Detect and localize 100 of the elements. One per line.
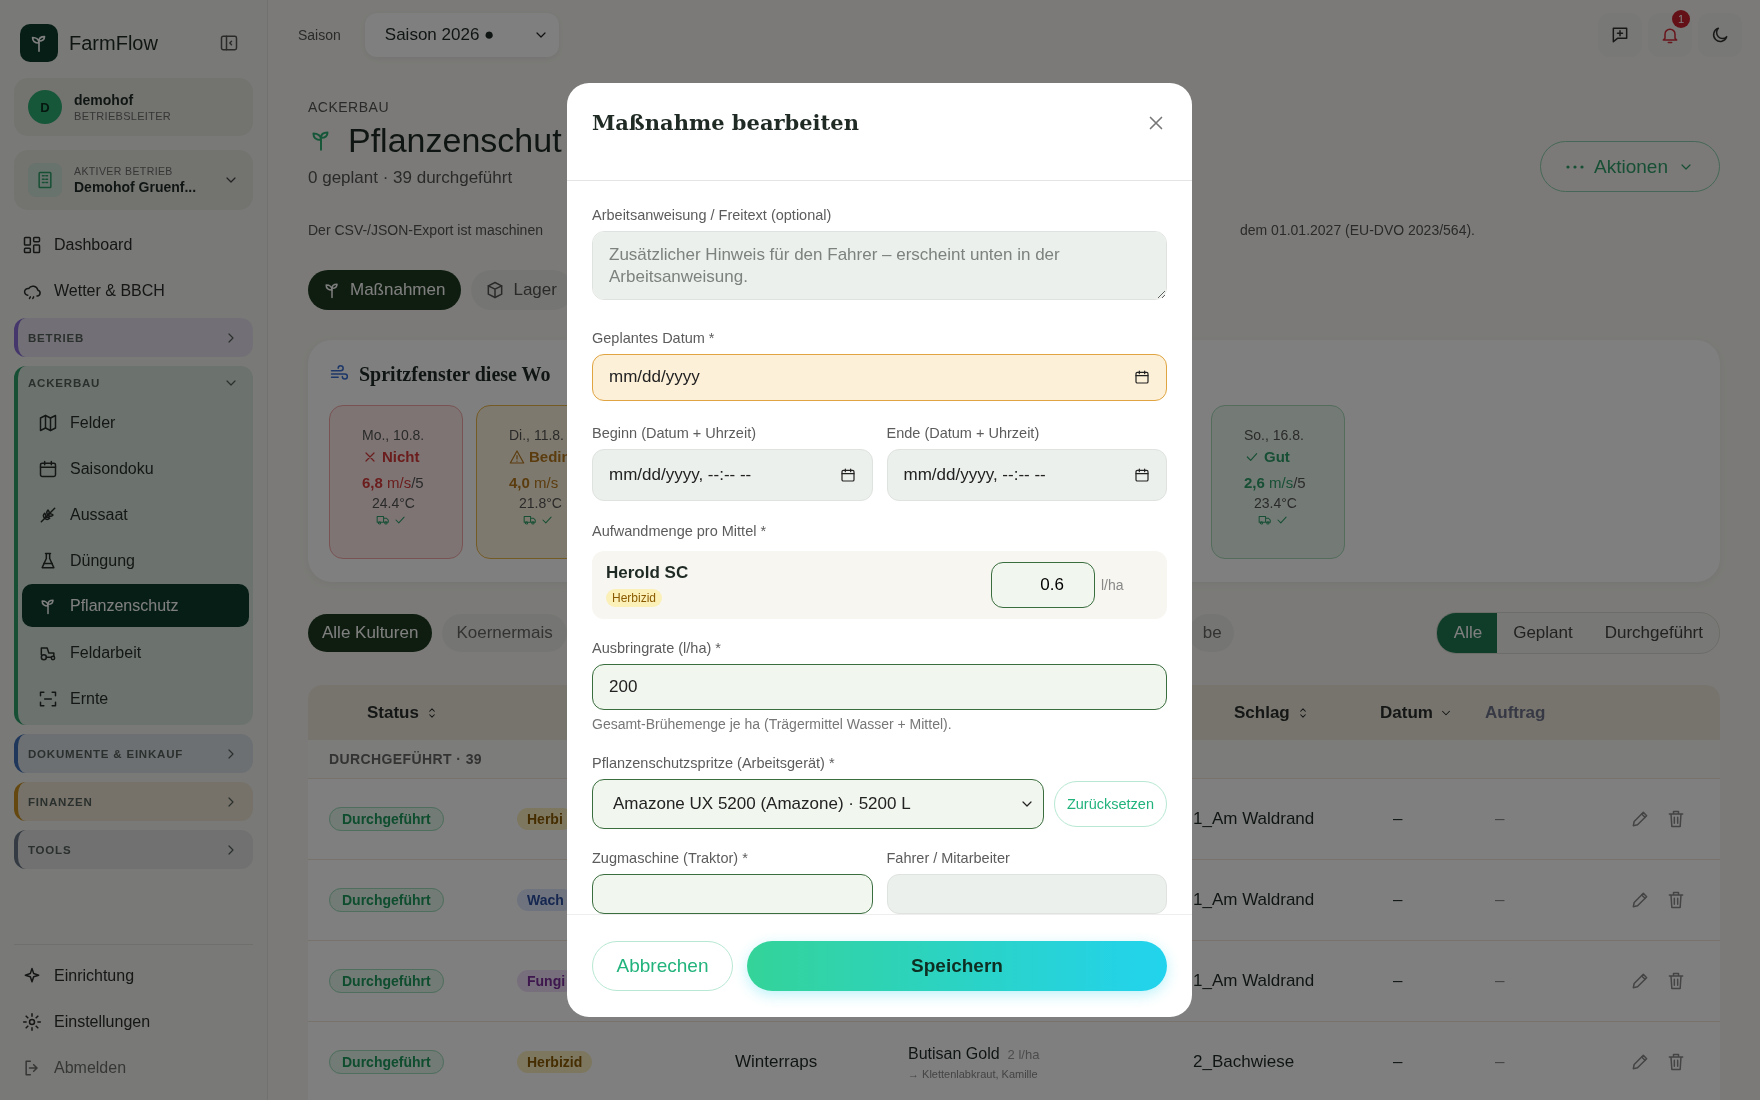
field-label: Ende (Datum + Uhrzeit) [886,423,1040,443]
warning-icon [509,448,525,465]
nav-item[interactable]: Düngung [22,538,249,584]
filter-chip[interactable]: Alle Kulturen [308,614,433,652]
segment[interactable]: Geplant [1497,613,1589,653]
nav-item[interactable]: Wetter & BBCH [14,268,253,314]
table-cell-text: – [1494,1052,1505,1071]
farm-switcher[interactable]: AKTIVER BETRIEB Demohof Gruenf... [14,150,253,210]
group-header[interactable]: BETRIEB [18,318,253,357]
spray-rate-field[interactable]: 200 [592,664,1167,710]
notice-text: dem 01.01.2027 (EU-DVO 2023/564). [1239,221,1475,240]
date-field[interactable]: mm/dd/yyyy, --:-- -- [592,448,873,501]
user-card[interactable]: D demohof BETRIEBSLEITER [14,78,253,136]
column-header[interactable]: Datum [1380,702,1485,723]
table-cell-text: – [1392,971,1403,990]
amount-field[interactable]: 0.6 [991,561,1095,608]
table-cell-text: – [1494,890,1505,909]
save-button[interactable]: Speichern [747,941,1167,991]
sidebar-toggle-icon[interactable] [219,33,239,53]
group-header[interactable]: DOKUMENTE & EINKAUF [18,734,253,773]
logo-icon [20,24,58,62]
user-name: demohof [74,92,135,108]
grid-icon [22,235,42,255]
nav-item[interactable]: Einrichtung [14,953,253,999]
field-label: Beginn (Datum + Uhrzeit) [592,423,756,443]
product-name: Herold SC [606,562,690,583]
day-date: So., 16.8. [1244,426,1304,444]
filter-chip[interactable]: Koernermais [442,614,567,652]
sprayer-select[interactable]: Amazone UX 5200 (Amazone) · 5200 L [592,779,1044,829]
table-cell: 2_Bachwiese [1193,1052,1295,1071]
group-header[interactable]: ACKERBAU [18,366,253,400]
nav-item[interactable]: Abmelden [14,1045,253,1091]
group-header[interactable]: FINANZEN [18,782,253,821]
column-header[interactable]: Auftrag [1485,702,1610,723]
tractor-field[interactable] [592,874,873,914]
card-title: Spritzfenster diese Wo [359,362,551,386]
nav-item[interactable]: Einstellungen [14,999,253,1045]
delete-icon[interactable] [1666,971,1686,991]
brand-name: FarmFlow [69,31,159,55]
edit-icon[interactable] [1630,971,1650,991]
nav-item[interactable]: Pflanzenschutz [22,584,249,627]
nav-item[interactable]: Felder [22,400,249,446]
segment[interactable]: Alle [1436,613,1498,653]
user-role: BETRIEBSLEITER [74,110,172,122]
truck-icon [1258,513,1272,527]
truck-icon [523,513,537,527]
reset-button[interactable]: Zurücksetzen [1053,781,1167,827]
product-tag: Herbizid [606,588,662,607]
delete-icon[interactable] [1666,809,1686,829]
group-label: DURCHGEFÜHRT · 39 [329,751,483,767]
driver-field[interactable] [886,874,1167,914]
page-title: Pflanzenschut [348,120,562,161]
section-label: ACKERBAU [308,98,391,116]
status-badge: Durchgeführt [329,969,444,993]
day-verdict: Gut [1264,448,1290,465]
wheat-icon [38,505,58,525]
field-label: Aufwandmenge pro Mittel * [592,521,767,541]
field-label: Arbeitsanweisung / Freitext (optional) [592,206,832,225]
edit-icon[interactable] [1630,890,1650,910]
segment[interactable]: Durchgeführt [1588,613,1719,653]
edit-icon[interactable] [1630,809,1650,829]
wind-reading: 6,8 m/s/5 [362,474,424,491]
delete-icon[interactable] [1666,1052,1686,1072]
note-field[interactable]: Zusätzlicher Hinweis für den Fahrer – erscheint unten in der Arbeitsanweisung. [592,231,1167,300]
scan-icon [38,689,58,709]
nav-item[interactable]: Aussaat [22,492,249,538]
nav-item[interactable]: Saisondoku [22,446,249,492]
column-header[interactable]: Schlag [1193,702,1380,723]
wind-reading: 2,6 m/s/5 [1244,474,1306,491]
nav-item[interactable]: Dashboard [14,222,253,268]
group-header[interactable]: TOOLS [18,830,253,869]
delete-icon[interactable] [1666,890,1686,910]
date-field[interactable]: mm/dd/yyyy, --:-- -- [886,448,1167,501]
edit-icon[interactable] [1630,1052,1650,1072]
table-cell: 1_Am Waldrand [1193,890,1315,909]
cancel-button[interactable]: Abbrechen [592,941,733,991]
dots-icon [1566,164,1584,169]
tab[interactable]: Maßnahmen [308,270,462,310]
unit-label: l/ha [1101,576,1125,593]
field-label: Ausbringrate (l/ha) * [592,639,721,659]
dialog-title: Maßnahme bearbeiten [592,110,859,135]
column-header[interactable]: Status [329,702,517,723]
nav-item[interactable]: Feldarbeit [22,630,249,676]
table-cell-text: – [1494,809,1505,828]
field-label: Pflanzenschutzspritze (Arbeitsgerät) * [592,754,835,773]
table-cell: Butisan Gold [908,1044,1000,1063]
avatar: D [28,90,62,124]
table-cell-text: – [1392,1052,1403,1071]
farm-name: Demohof Gruenf... [74,179,198,195]
flask-icon [38,551,58,571]
nav-item[interactable]: Ernte [22,676,249,722]
status-badge: Durchgeführt [329,1050,444,1074]
date-field[interactable]: mm/dd/yyyy [592,353,1167,401]
field-label: Fahrer / Mitarbeiter [886,849,1010,868]
table-cell: 1_Am Waldrand [1193,809,1315,828]
calendar-icon [38,459,58,479]
season-select[interactable]: Saison 2026 ● [364,13,559,57]
season-label: Saison [298,27,341,43]
temperature: 23.4°C [1254,495,1297,511]
status-badge: Durchgeführt [329,807,444,831]
